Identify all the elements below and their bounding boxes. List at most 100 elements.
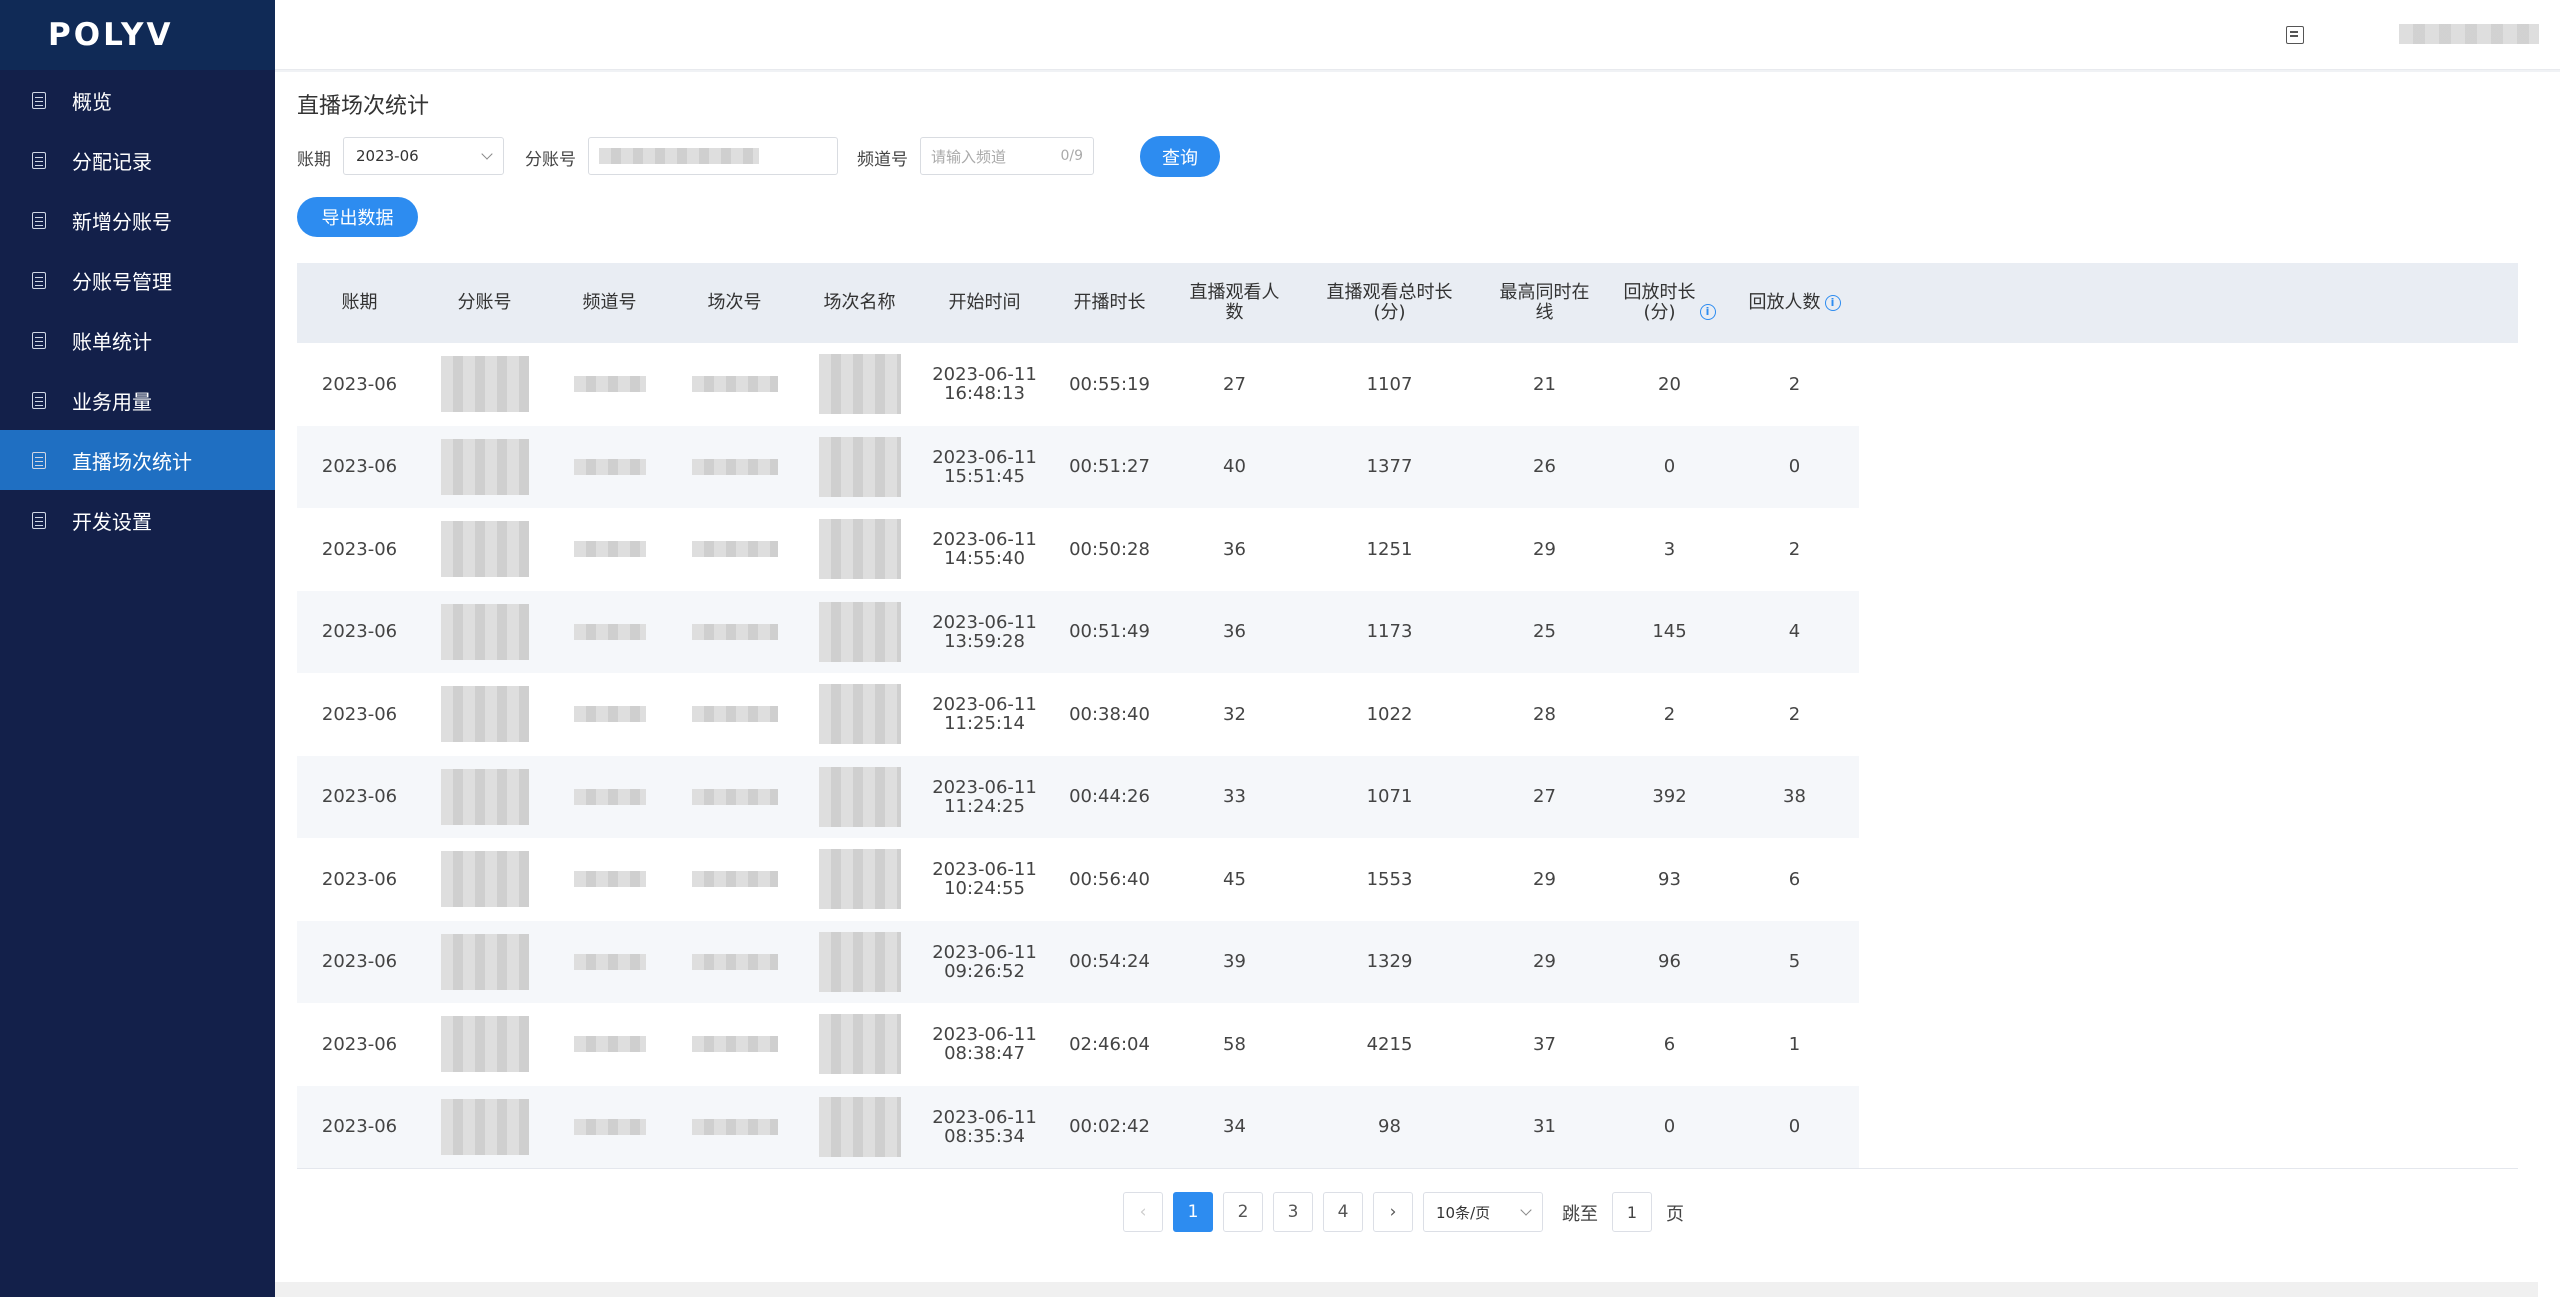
pagination-page-4[interactable]: 4: [1323, 1192, 1363, 1232]
cell-live-duration: 00:56:40: [1069, 868, 1150, 890]
cell-period: 2023-06: [321, 951, 398, 973]
logo[interactable]: POLYV: [0, 0, 275, 70]
pagination-page-1[interactable]: 1: [1173, 1192, 1213, 1232]
cell-sub-account-blurred: [422, 673, 547, 756]
document-icon[interactable]: [2286, 26, 2304, 44]
cell-live-duration: 00:51:49: [1069, 621, 1150, 643]
cell-replay-users: 38: [1783, 786, 1806, 808]
cell-peak-concurrent: 21: [1533, 373, 1556, 395]
cell-live-watch-total: 1071: [1366, 786, 1413, 808]
query-button[interactable]: 查询: [1140, 136, 1220, 177]
start-date: 2023-06-11: [932, 611, 1037, 633]
jump-to-page-input[interactable]: 1: [1612, 1192, 1652, 1232]
cell-replay-duration: 392: [1652, 786, 1687, 808]
vertical-scrollbar[interactable]: [2538, 72, 2560, 1297]
redacted-value: [440, 1098, 529, 1155]
start-clock-time: 08:35:34: [944, 1125, 1025, 1147]
cell-session-id-blurred: [672, 756, 797, 839]
sidebar-item-dev-settings[interactable]: 开发设置: [0, 490, 275, 550]
main-content: 直播场次统计 账期 2023-06 分账号 频道号 请输入频道 0/9 查询 导…: [275, 72, 2538, 1282]
sidebar-item-overview[interactable]: 概览: [0, 70, 275, 130]
pagination-page-2[interactable]: 2: [1223, 1192, 1263, 1232]
cell-sub-account-blurred: [422, 838, 547, 921]
cell-peak-concurrent: 25: [1533, 621, 1556, 643]
account-input[interactable]: [588, 137, 838, 175]
sidebar-item-add-sub-account[interactable]: 新增分账号: [0, 190, 275, 250]
sidebar-nav: 概览 分配记录 新增分账号 分账号管理 账单统计 业务用量 直播场次统计 开发设…: [0, 70, 275, 550]
sidebar-item-live-session-stats[interactable]: 直播场次统计: [0, 430, 275, 490]
column-header-channel: 频道号: [582, 292, 637, 313]
document-icon: [32, 151, 46, 169]
cell-period: 2023-06: [321, 786, 398, 808]
cell-sub-account-blurred: [422, 343, 547, 426]
pagination-prev-button[interactable]: ‹: [1123, 1192, 1163, 1232]
page-size-select[interactable]: 10条/页: [1423, 1192, 1543, 1232]
redacted-value: [440, 521, 529, 578]
cell-session-id-blurred: [672, 838, 797, 921]
cell-live-watch-total: 1553: [1366, 868, 1413, 890]
user-name-blurred[interactable]: [2399, 24, 2539, 44]
cell-session-id-blurred: [672, 591, 797, 674]
cell-sub-account-blurred: [422, 1003, 547, 1086]
sidebar-item-business-usage[interactable]: 业务用量: [0, 370, 275, 430]
sidebar: POLYV 概览 分配记录 新增分账号 分账号管理 账单统计 业务用量 直播场次…: [0, 0, 275, 1297]
cell-peak-concurrent: 29: [1533, 951, 1556, 973]
redacted-value: [818, 684, 901, 745]
document-icon: [32, 511, 46, 529]
horizontal-scrollbar[interactable]: [275, 1282, 2538, 1297]
redacted-value: [440, 438, 529, 495]
cell-period: 2023-06: [321, 1116, 398, 1138]
cell-period: 2023-06: [321, 456, 398, 478]
channel-input[interactable]: 请输入频道 0/9: [920, 137, 1094, 175]
sidebar-item-label: 开发设置: [72, 509, 152, 534]
column-header-session-name: 场次名称: [823, 292, 896, 313]
cell-sub-account-blurred: [422, 508, 547, 591]
cell-sub-account-blurred: [422, 756, 547, 839]
redacted-value: [573, 623, 646, 640]
export-data-button[interactable]: 导出数据: [297, 197, 418, 237]
cell-session-name-blurred: [797, 508, 922, 591]
info-icon[interactable]: i: [1824, 295, 1841, 311]
period-select[interactable]: 2023-06: [343, 137, 504, 175]
period-select-value: 2023-06: [356, 147, 419, 165]
cell-replay-duration: 96: [1658, 951, 1681, 973]
redacted-value: [818, 849, 901, 910]
channel-label: 频道号: [857, 150, 908, 170]
start-datetime: 2023-06-11 08:38:47: [932, 1025, 1037, 1063]
cell-sub-account-blurred: [422, 591, 547, 674]
cell-live-watch-total: 1329: [1366, 951, 1413, 973]
channel-char-count: 0/9: [1060, 148, 1083, 164]
table-row: 2023-06 2023-06-11 08:38:47 02:46:04 58 4215 3…: [297, 1003, 1859, 1086]
cell-start-time: 2023-06-11 14:55:40: [922, 508, 1047, 591]
cell-live-viewers: 32: [1223, 703, 1246, 725]
pagination-next-button[interactable]: ›: [1373, 1192, 1413, 1232]
cell-start-time: 2023-06-11 09:26:52: [922, 921, 1047, 1004]
cell-replay-duration: 20: [1658, 373, 1681, 395]
start-clock-time: 13:59:28: [944, 630, 1025, 652]
cell-channel-blurred: [547, 508, 672, 591]
cell-session-name-blurred: [797, 838, 922, 921]
cell-replay-duration: 2: [1663, 703, 1676, 725]
start-date: 2023-06-11: [932, 859, 1037, 881]
sidebar-item-sub-account-management[interactable]: 分账号管理: [0, 250, 275, 310]
redacted-value: [691, 953, 778, 970]
cell-live-watch-total: 1107: [1366, 373, 1413, 395]
sidebar-item-billing-stats[interactable]: 账单统计: [0, 310, 275, 370]
pagination-page-3[interactable]: 3: [1273, 1192, 1313, 1232]
cell-session-name-blurred: [797, 426, 922, 509]
cell-live-watch-total: 98: [1378, 1116, 1401, 1138]
start-datetime: 2023-06-11 08:35:34: [932, 1108, 1037, 1146]
sidebar-item-label: 账单统计: [72, 329, 152, 354]
sidebar-item-allocation-records[interactable]: 分配记录: [0, 130, 275, 190]
cell-replay-users: 2: [1788, 703, 1801, 725]
cell-channel-blurred: [547, 591, 672, 674]
cell-session-id-blurred: [672, 921, 797, 1004]
cell-period: 2023-06: [321, 538, 398, 560]
redacted-value: [573, 871, 646, 888]
channel-placeholder: 请输入频道: [931, 147, 1007, 166]
info-icon[interactable]: i: [1699, 304, 1716, 320]
cell-channel-blurred: [547, 1003, 672, 1086]
redacted-value: [573, 458, 646, 475]
cell-live-viewers: 36: [1223, 538, 1246, 560]
redacted-value: [573, 706, 646, 723]
